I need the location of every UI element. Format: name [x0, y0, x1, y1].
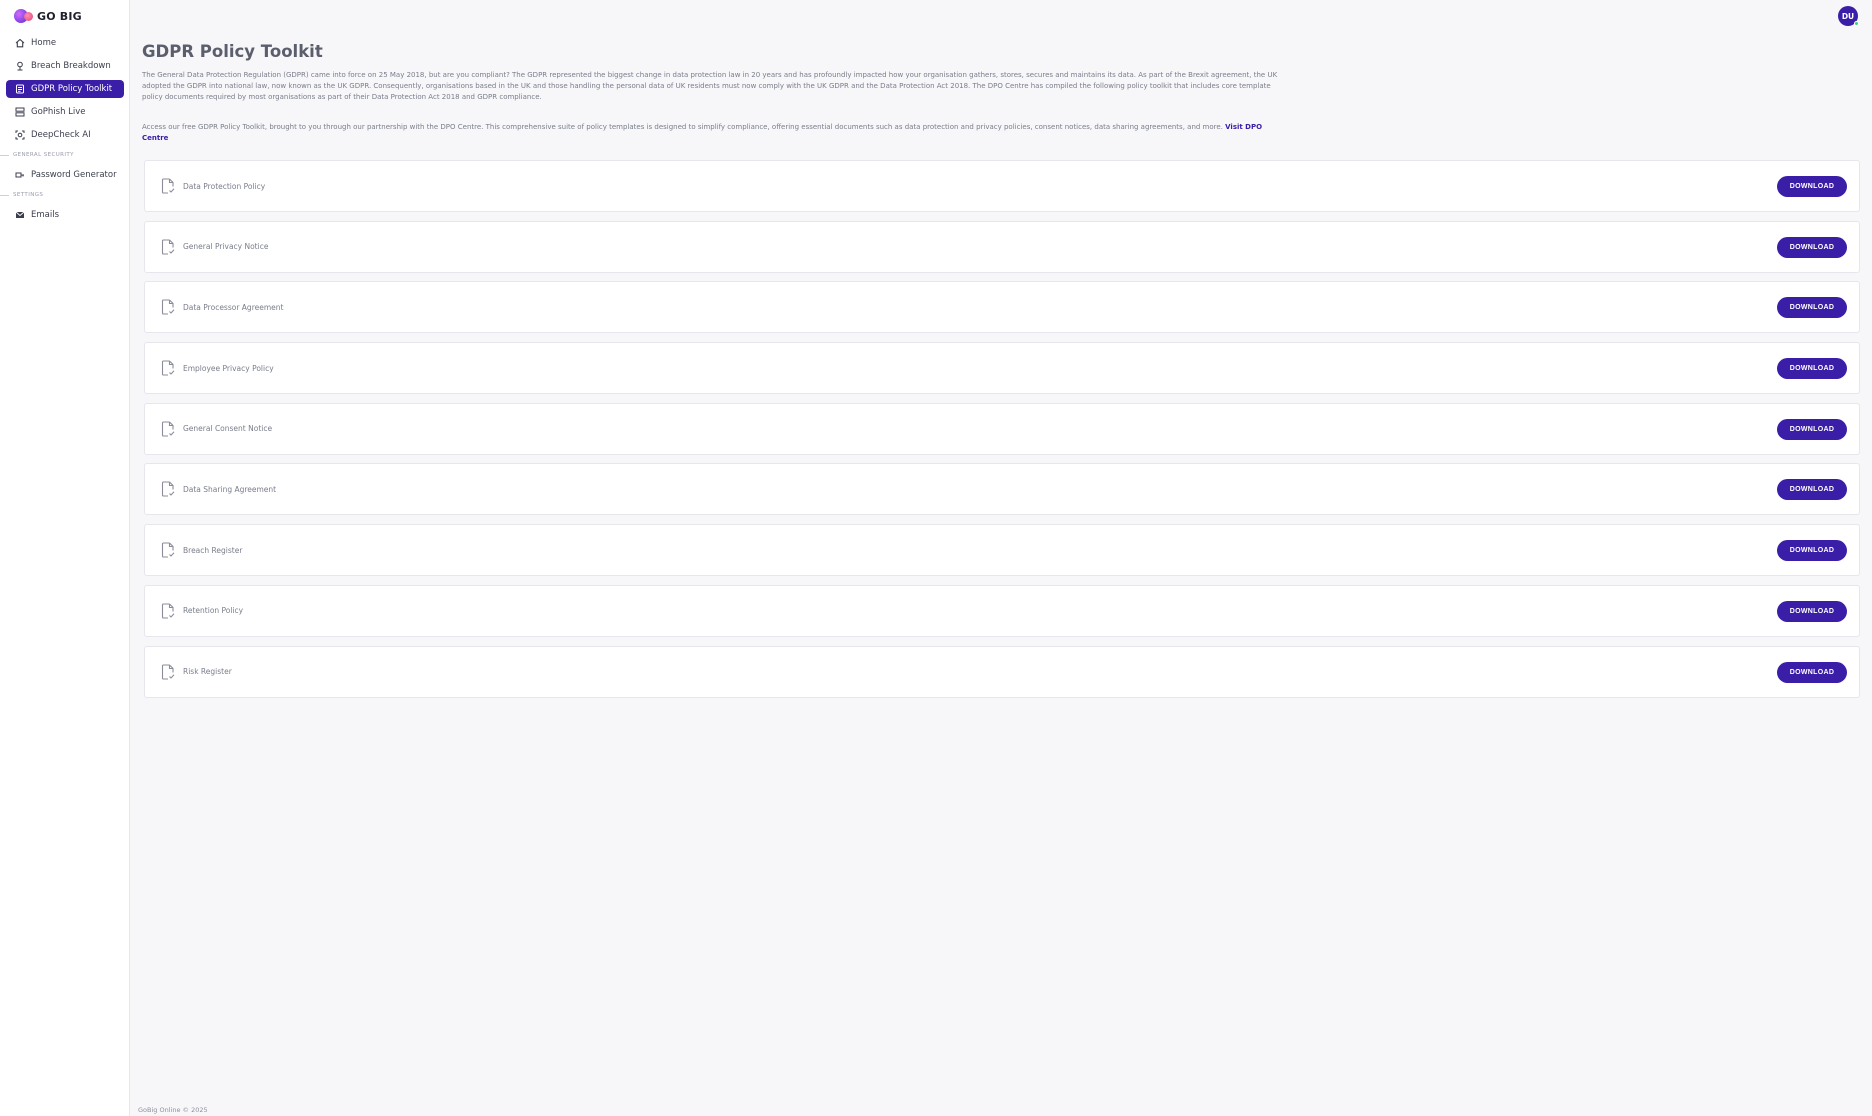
- document-name: General Privacy Notice: [183, 242, 269, 252]
- sidebar-item-breach-breakdown[interactable]: Breach Breakdown: [6, 57, 124, 75]
- key-icon: [14, 170, 25, 181]
- document-check-icon: [161, 542, 175, 558]
- intro-paragraph: The General Data Protection Regulation (…: [142, 71, 1278, 101]
- sidebar-item-label: Home: [31, 38, 57, 48]
- sidebar-item-label: Password Generator: [31, 170, 117, 180]
- sidebar-item-password-generator[interactable]: Password Generator: [6, 166, 124, 184]
- document-check-icon: [161, 239, 175, 255]
- sidebar-item-deepcheck-ai[interactable]: DeepCheck AI: [6, 126, 124, 144]
- sidebar-nav: Home Breach Breakdown GDPR Policy Toolki…: [0, 34, 124, 229]
- document-name: Data Sharing Agreement: [183, 484, 277, 494]
- sidebar-item-gdpr-policy-toolkit[interactable]: GDPR Policy Toolkit: [6, 80, 124, 98]
- sidebar-item-label: GDPR Policy Toolkit: [31, 84, 113, 94]
- page-title: GDPR Policy Toolkit: [142, 42, 323, 61]
- download-button[interactable]: DOWNLOAD: [1777, 600, 1847, 622]
- document-check-icon: [161, 663, 175, 680]
- download-button[interactable]: DOWNLOAD: [1777, 297, 1847, 319]
- sidebar-item-label: Emails: [31, 210, 60, 220]
- section-label-general-security: GENERAL SECURITY: [0, 149, 124, 161]
- document-card: Retention Policy DOWNLOAD: [144, 584, 1860, 637]
- download-button[interactable]: DOWNLOAD: [1777, 358, 1847, 380]
- document-check-icon: [161, 360, 175, 376]
- sidebar-item-label: DeepCheck AI: [31, 130, 91, 140]
- footer: GoBig Online © 2025: [138, 1106, 208, 1114]
- document-check-icon: [161, 481, 175, 497]
- scan-icon: [14, 130, 25, 141]
- document-list: Data Protection Policy DOWNLOAD General …: [144, 160, 1860, 706]
- document-name: Employee Privacy Policy: [183, 363, 274, 373]
- online-status-dot: [1854, 21, 1859, 26]
- server-icon: [14, 107, 25, 118]
- toolkit-icon: [14, 84, 25, 95]
- sidebar-item-home[interactable]: Home: [6, 34, 124, 52]
- document-card: Data Sharing Agreement DOWNLOAD: [144, 463, 1860, 516]
- section-label-settings: SETTINGS: [0, 189, 124, 201]
- document-check-icon: [161, 178, 175, 194]
- document-check-icon: [161, 299, 175, 315]
- document-name: Retention Policy: [183, 606, 244, 616]
- download-button[interactable]: DOWNLOAD: [1777, 540, 1847, 562]
- document-name: Breach Register: [183, 545, 243, 555]
- download-button[interactable]: DOWNLOAD: [1777, 236, 1847, 258]
- access-paragraph: Access our free GDPR Policy Toolkit, bro…: [142, 123, 1263, 142]
- sidebar-item-label: Breach Breakdown: [31, 61, 111, 71]
- document-name: Risk Register: [183, 667, 232, 676]
- sidebar-item-gophish-live[interactable]: GoPhish Live: [6, 103, 124, 121]
- document-card: Breach Register DOWNLOAD: [144, 524, 1860, 577]
- sidebar: GO BIG Home Breach Breakdown GDPR Policy…: [0, 0, 130, 1116]
- document-card: Risk Register DOWNLOAD: [144, 645, 1860, 698]
- mail-icon: [14, 210, 25, 221]
- logo-text: GO BIG: [37, 9, 82, 23]
- document-card: General Consent Notice DOWNLOAD: [144, 402, 1860, 455]
- sidebar-item-label: GoPhish Live: [31, 107, 86, 117]
- document-card: Employee Privacy Policy DOWNLOAD: [144, 342, 1860, 395]
- document-card: Data Protection Policy DOWNLOAD: [144, 160, 1860, 212]
- logo-mark-icon: [14, 9, 34, 23]
- document-card: General Privacy Notice DOWNLOAD: [144, 220, 1860, 273]
- download-button[interactable]: DOWNLOAD: [1777, 479, 1847, 501]
- user-avatar[interactable]: DU: [1838, 6, 1859, 26]
- sidebar-item-emails[interactable]: Emails: [6, 206, 124, 224]
- document-name: General Consent Notice: [183, 424, 273, 434]
- document-name: Data Protection Policy: [183, 181, 266, 191]
- download-button[interactable]: DOWNLOAD: [1777, 418, 1847, 440]
- document-check-icon: [161, 421, 175, 437]
- breach-icon: [14, 61, 25, 72]
- document-name: Data Processor Agreement: [183, 302, 284, 312]
- document-card: Data Processor Agreement DOWNLOAD: [144, 281, 1860, 334]
- logo[interactable]: GO BIG: [14, 8, 82, 24]
- home-icon: [14, 38, 25, 49]
- document-check-icon: [161, 603, 175, 619]
- download-button[interactable]: DOWNLOAD: [1777, 176, 1847, 197]
- download-button[interactable]: DOWNLOAD: [1777, 661, 1847, 683]
